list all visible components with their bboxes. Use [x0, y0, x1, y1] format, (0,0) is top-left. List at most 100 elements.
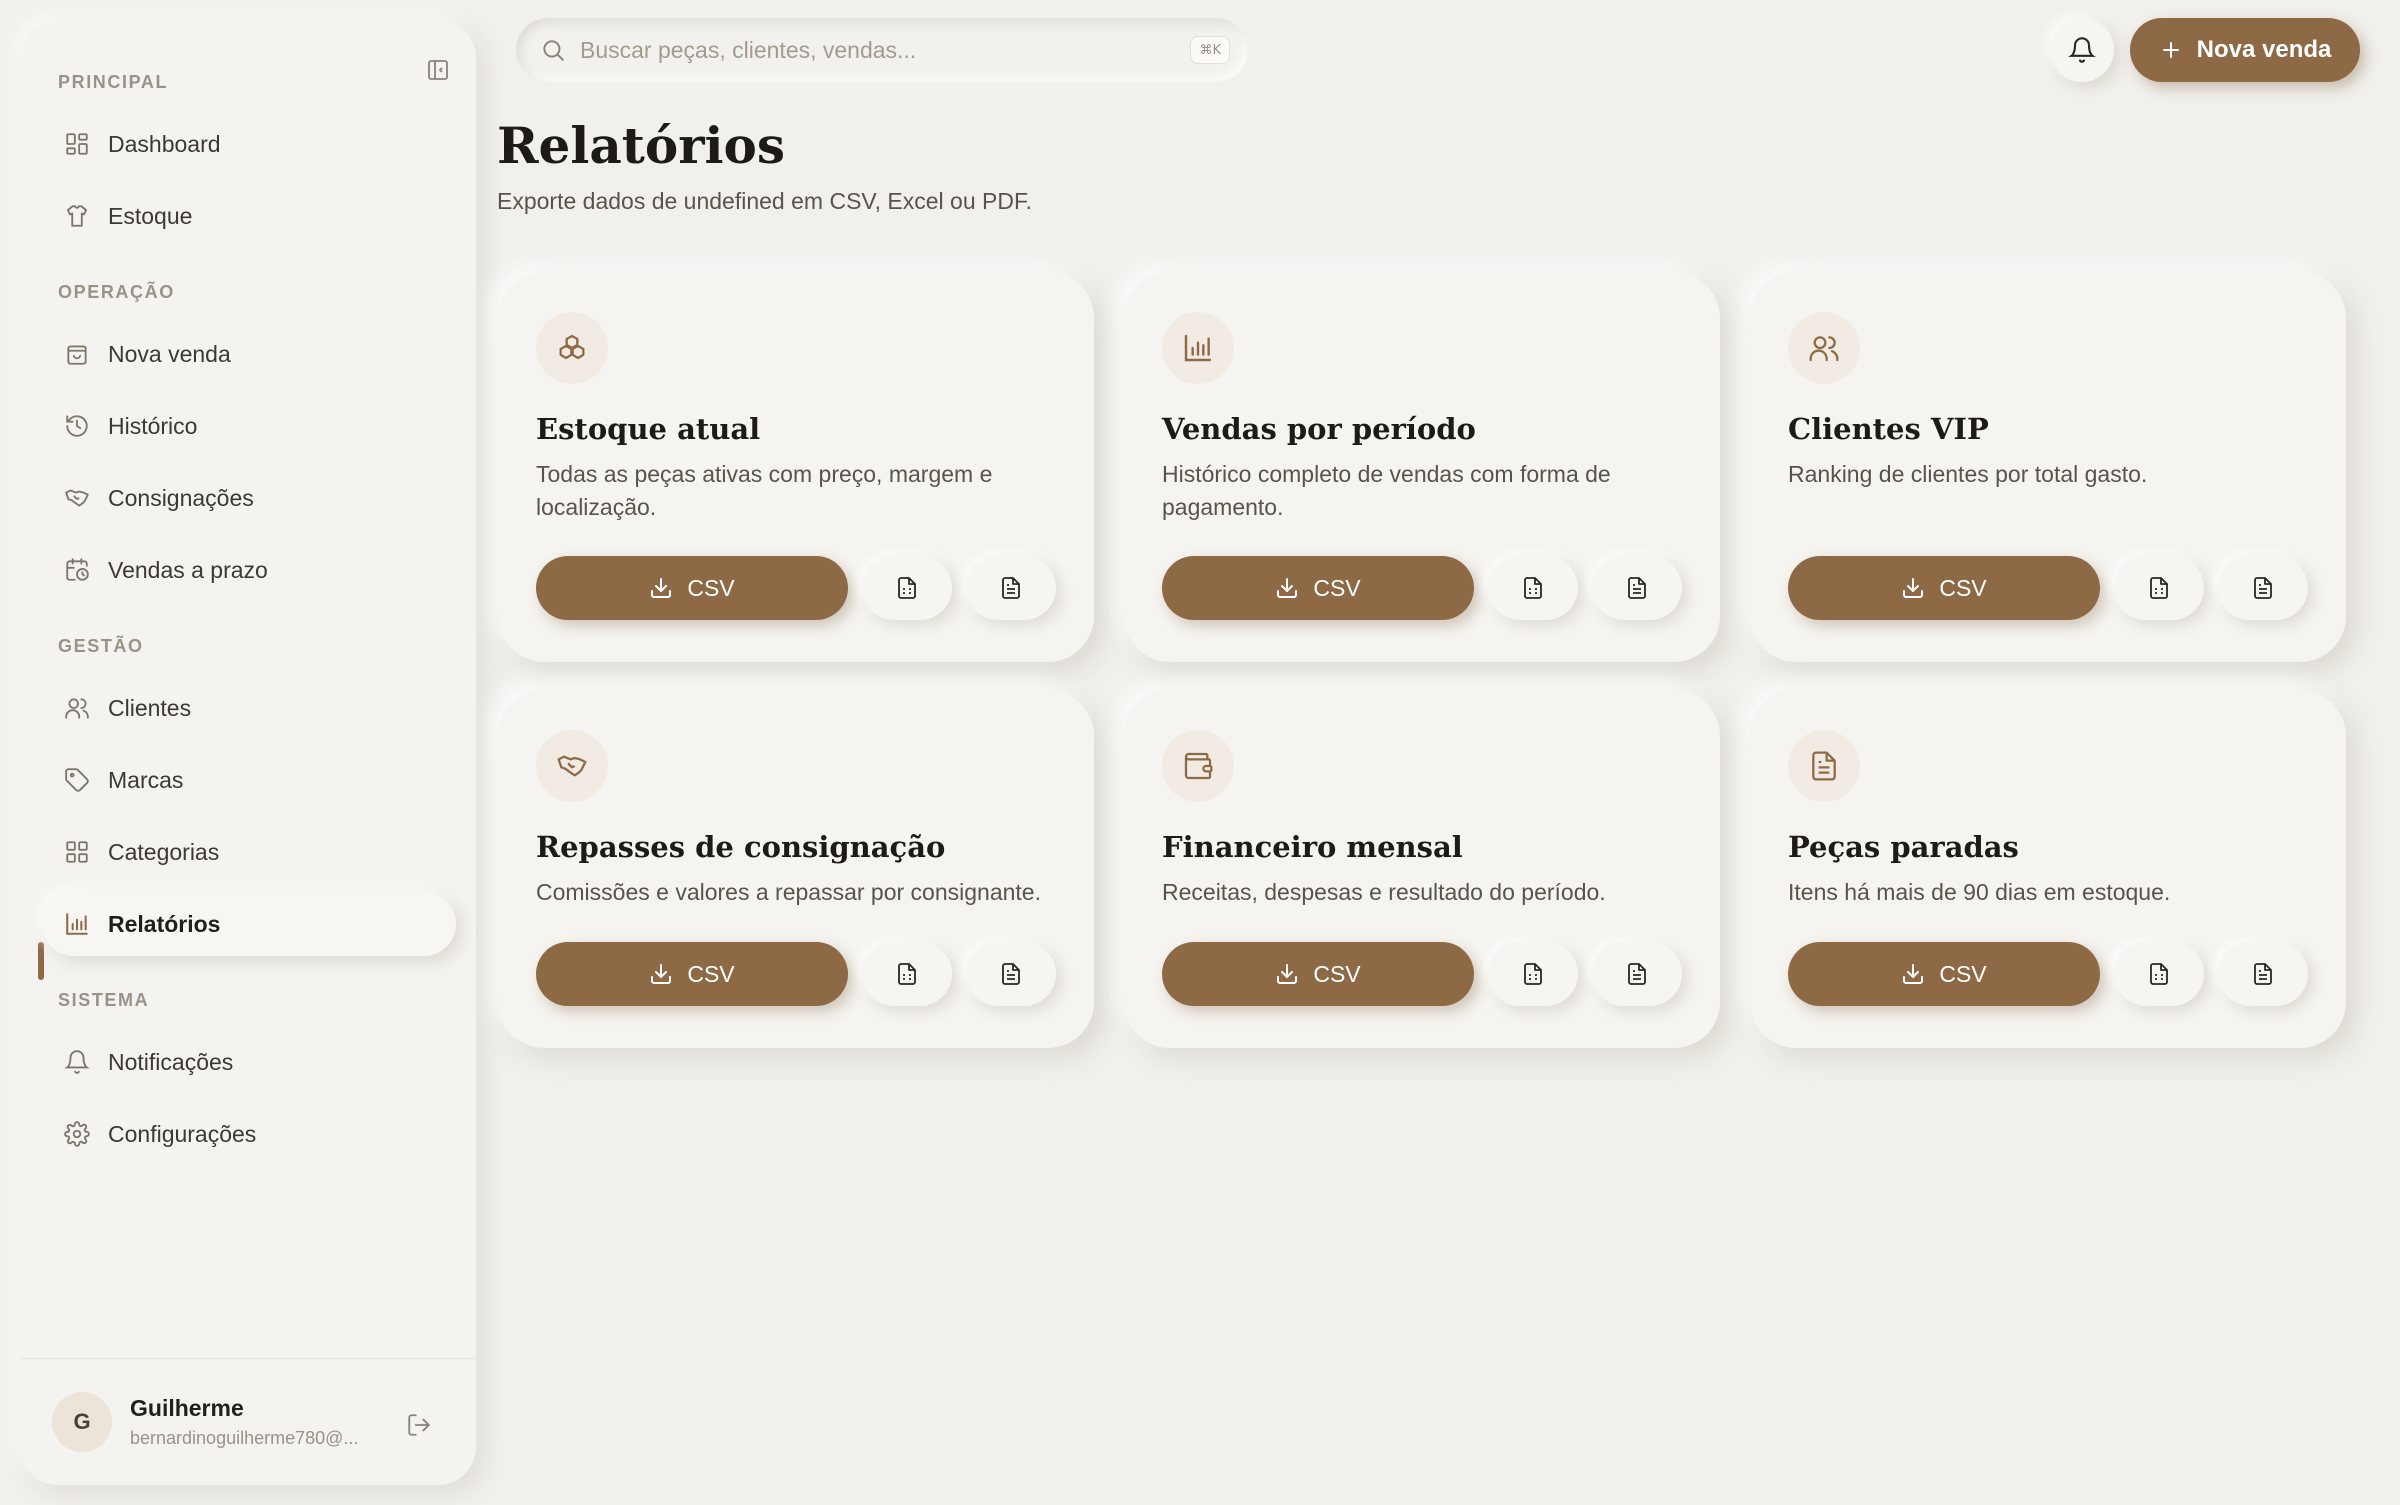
report-card-estoque-atual: Estoque atual Todas as peças ativas com … [498, 272, 1094, 662]
sidebar-item-label: Relatórios [108, 910, 221, 937]
file-text-icon [2254, 577, 2272, 599]
section-label-principal: PRINCIPAL [58, 72, 169, 92]
plus-icon [2159, 38, 2183, 62]
report-title: Repasses de consignação [536, 830, 946, 864]
handshake-icon [60, 481, 94, 515]
export-excel-button[interactable] [2114, 556, 2204, 620]
export-csv-button[interactable]: CSV [536, 942, 848, 1006]
sidebar-item-consignacoes[interactable]: Consignações [42, 466, 456, 530]
export-excel-button[interactable] [1488, 942, 1578, 1006]
export-actions: CSV [1162, 942, 1682, 1006]
export-csv-button[interactable]: CSV [1162, 556, 1474, 620]
sidebar-item-label: Notificações [108, 1048, 234, 1075]
export-actions: CSV [1788, 556, 2308, 620]
export-pdf-button[interactable] [966, 556, 1056, 620]
spreadsheet-file-icon [898, 963, 916, 985]
sidebar-item-historico[interactable]: Histórico [42, 394, 456, 458]
gear-icon [60, 1117, 94, 1151]
download-icon [1901, 962, 1925, 986]
section-label-operacao: OPERAÇÃO [58, 282, 175, 302]
export-pdf-button[interactable] [1592, 942, 1682, 1006]
export-pdf-button[interactable] [1592, 556, 1682, 620]
export-excel-button[interactable] [862, 942, 952, 1006]
sidebar-item-label: Configurações [108, 1120, 257, 1147]
report-description: Histórico completo de vendas com forma d… [1162, 461, 1611, 520]
file-text-icon [1002, 577, 1020, 599]
export-csv-button[interactable]: CSV [536, 556, 848, 620]
search-input[interactable] [580, 36, 1140, 64]
grid-icon [60, 835, 94, 869]
sidebar-item-estoque[interactable]: Estoque [42, 184, 456, 248]
sidebar-item-vendas-a-prazo[interactable]: Vendas a prazo [42, 538, 456, 602]
download-icon [1275, 576, 1299, 600]
sidebar-item-configuracoes[interactable]: Configurações [42, 1102, 456, 1166]
file-text-icon [1002, 963, 1020, 985]
sidebar-item-relatorios[interactable]: Relatórios [42, 892, 456, 956]
sidebar-item-notificacoes[interactable]: Notificações [42, 1030, 456, 1094]
export-excel-button[interactable] [2114, 942, 2204, 1006]
calendar-clock-icon [60, 553, 94, 587]
sidebar-item-marcas[interactable]: Marcas [42, 748, 456, 812]
file-text-icon [2254, 963, 2272, 985]
report-card-financeiro-mensal: Financeiro mensal Receitas, despesas e r… [1124, 690, 1720, 1048]
bell-icon [2068, 37, 2096, 63]
sidebar-item-label: Histórico [108, 412, 198, 439]
sidebar-item-dashboard[interactable]: Dashboard [42, 112, 456, 176]
report-title: Financeiro mensal [1162, 830, 1463, 864]
sidebar-item-label: Nova venda [108, 340, 231, 367]
report-title: Vendas por período [1162, 412, 1476, 446]
export-csv-button[interactable]: CSV [1788, 942, 2100, 1006]
export-actions: CSV [536, 942, 1056, 1006]
report-description: Receitas, despesas e resultado do períod… [1162, 879, 1606, 905]
export-actions: CSV [1788, 942, 2308, 1006]
section-label-gestao: GESTÃO [58, 636, 144, 656]
report-description: Itens há mais de 90 dias em estoque. [1788, 879, 2171, 905]
export-csv-button[interactable]: CSV [1788, 556, 2100, 620]
report-title: Peças paradas [1788, 830, 2019, 864]
section-label-sistema: SISTEMA [58, 990, 150, 1010]
sidebar-item-label: Clientes [108, 694, 192, 721]
spreadsheet-file-icon [1524, 963, 1542, 985]
wallet-icon [1162, 730, 1234, 802]
history-icon [60, 409, 94, 443]
notifications-button[interactable] [2050, 18, 2114, 82]
export-pdf-button[interactable] [2218, 942, 2308, 1006]
new-sale-button[interactable]: Nova venda [2130, 18, 2360, 82]
export-pdf-button[interactable] [2218, 556, 2308, 620]
sidebar-item-nova-venda[interactable]: Nova venda [42, 322, 456, 386]
shopping-bag-icon [60, 337, 94, 371]
spreadsheet-file-icon [2150, 963, 2168, 985]
sidebar-item-label: Categorias [108, 838, 220, 865]
sidebar-item-clientes[interactable]: Clientes [42, 676, 456, 740]
sidebar-item-label: Vendas a prazo [108, 556, 268, 583]
report-title: Clientes VIP [1788, 412, 1989, 446]
export-csv-button[interactable]: CSV [1162, 942, 1474, 1006]
avatar: G [52, 1392, 112, 1452]
sidebar-item-label: Estoque [108, 202, 193, 229]
page-subtitle: Exporte dados de undefined em CSV, Excel… [497, 188, 1032, 214]
download-icon [1901, 576, 1925, 600]
report-card-vendas-por-periodo: Vendas por período Histórico completo de… [1124, 272, 1720, 662]
user-name: Guilherme [130, 1395, 244, 1421]
sidebar-item-label: Marcas [108, 766, 184, 793]
export-actions: CSV [536, 556, 1056, 620]
file-text-icon [1628, 577, 1646, 599]
collapse-sidebar-button[interactable] [422, 54, 454, 86]
boxes-icon [536, 312, 608, 384]
shirt-icon [60, 199, 94, 233]
users-icon [60, 691, 94, 725]
bar-chart-icon [1162, 312, 1234, 384]
download-icon [1275, 962, 1299, 986]
search-bar: ⌘K [516, 18, 1248, 82]
download-icon [649, 962, 673, 986]
report-title: Estoque atual [536, 412, 761, 446]
export-excel-button[interactable] [862, 556, 952, 620]
spreadsheet-file-icon [1524, 577, 1542, 599]
logout-button[interactable] [402, 1408, 436, 1442]
export-excel-button[interactable] [1488, 556, 1578, 620]
sidebar: PRINCIPAL Dashboard Estoque OPERAÇÃO Nov… [20, 20, 476, 1485]
spreadsheet-file-icon [2150, 577, 2168, 599]
user-email: bernardinoguilherme780@... [130, 1428, 359, 1448]
export-pdf-button[interactable] [966, 942, 1056, 1006]
sidebar-item-categorias[interactable]: Categorias [42, 820, 456, 884]
